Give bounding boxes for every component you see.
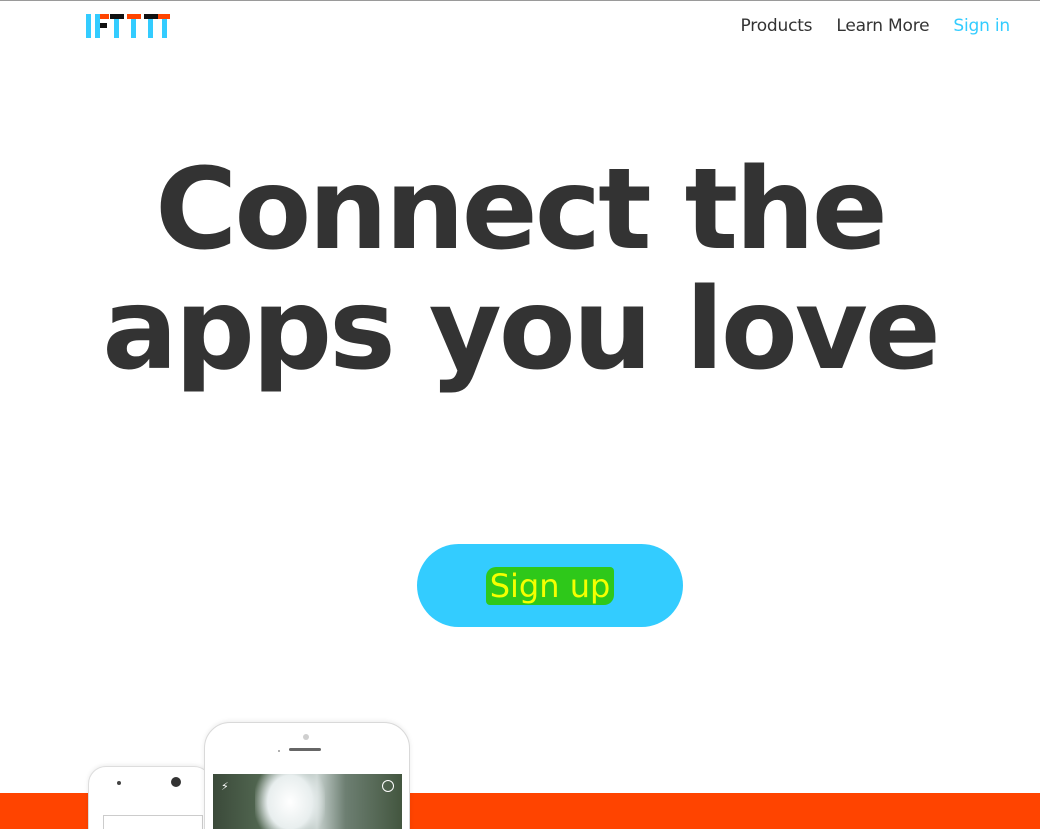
nav-learn-more-link[interactable]: Learn More <box>836 16 929 36</box>
camera-flip-icon <box>382 780 394 792</box>
phone-screen-photo: ⚡ <box>213 774 402 829</box>
flash-icon: ⚡ <box>221 780 229 793</box>
top-border <box>0 0 1040 1</box>
phone-earpiece <box>289 748 321 751</box>
phone-screen <box>103 815 203 829</box>
hero-headline-line-1: Connect the <box>155 145 888 275</box>
ifttt-logo[interactable] <box>86 14 170 38</box>
android-phone-illustration <box>88 766 212 829</box>
phone-sensor <box>278 750 280 752</box>
phone-camera <box>171 777 181 787</box>
hero-headline-line-2: apps you love <box>102 265 941 395</box>
nav-products-link[interactable]: Products <box>741 16 813 36</box>
nav-sign-in-link[interactable]: Sign in <box>953 16 1010 36</box>
phone-front-camera <box>303 734 309 740</box>
waterfall-image <box>255 774 325 829</box>
sign-up-button[interactable]: Sign up <box>417 544 683 627</box>
hero-headline: Connect the apps you love <box>0 150 1040 390</box>
iphone-illustration: ⚡ <box>204 722 410 829</box>
top-nav: Products Learn More Sign in <box>741 16 1011 36</box>
sign-up-button-label: Sign up <box>485 566 615 605</box>
phone-speaker <box>117 781 121 785</box>
